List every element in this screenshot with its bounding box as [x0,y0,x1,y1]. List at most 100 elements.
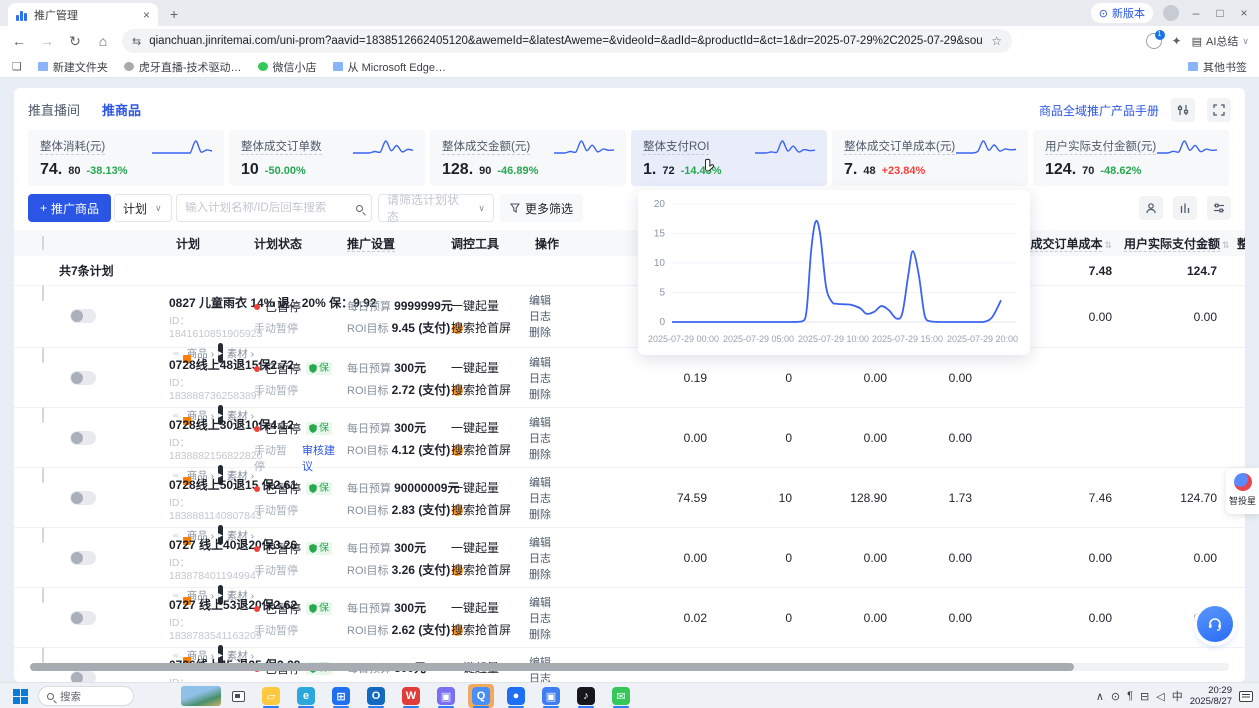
row-toggle[interactable] [70,671,96,682]
weather-widget[interactable] [180,683,222,708]
site-permissions-icon[interactable]: ⇆ [132,35,141,48]
tab-close-icon[interactable]: × [143,8,150,22]
tool-link-0[interactable]: 一键起量 [451,348,529,376]
search-icon[interactable] [356,205,363,212]
tool-link-1[interactable]: 搜索抢首屏 [451,616,529,638]
row-toggle[interactable] [70,611,96,625]
op-link-2[interactable]: 删除 [529,567,579,583]
op-link-1[interactable]: 日志 [529,551,579,567]
bookmark-item[interactable]: 新建文件夹 [38,59,108,75]
tool-link-0[interactable]: 一键起量 [451,468,529,496]
sort-icon[interactable]: ⇅ [1222,240,1229,250]
tab-products[interactable]: 推商品 [102,100,141,119]
tool-link-0[interactable]: 一键起量 [451,528,529,556]
tray-expand-icon[interactable]: ∧ [1096,690,1104,703]
plan-title[interactable]: 0827 儿童雨衣 14% 退：20% 保：9.92 [169,286,246,311]
zhitouxing-widget[interactable]: 智投星 [1226,468,1259,514]
row-toggle[interactable] [70,491,96,505]
tool-link-0[interactable]: 一键起量 [451,588,529,616]
scrollbar-thumb[interactable] [30,663,1074,671]
task-view-button[interactable] [228,683,248,708]
tray-volume-icon[interactable]: ◁ [1156,690,1164,703]
tool-link-1[interactable]: 搜索抢首屏 [451,436,529,458]
row-toggle[interactable] [70,309,96,323]
wps-office-taskbar-icon[interactable]: W [398,684,424,708]
op-link-2[interactable]: 删除 [529,387,579,403]
tab-live-room[interactable]: 推直播间 [28,100,80,119]
wechat-taskbar-icon[interactable]: ✉ [608,684,634,708]
op-link-2[interactable]: 删除 [529,507,579,523]
browser-tab[interactable]: 推广管理 × [8,3,158,26]
extensions-puzzle-icon[interactable]: ✦ [1172,34,1182,48]
taskbar-search[interactable]: 搜索 [38,683,134,708]
other-bookmarks[interactable]: 其他书签 [1188,59,1247,75]
edge-browser-taskbar-icon[interactable]: e [293,684,319,708]
op-link-0[interactable]: 编辑 [529,595,579,611]
op-link-0[interactable]: 编辑 [529,475,579,491]
column-chart-button[interactable] [1173,196,1197,220]
row-toggle[interactable] [70,551,96,565]
browser-profile-avatar[interactable] [1163,5,1179,21]
fullscreen-button[interactable] [1207,98,1231,122]
stat-card-5[interactable]: 用户实际支付金额(元)124.70-48.62% [1033,130,1229,186]
tray-mouse-icon[interactable]: ⊙ [1111,690,1120,703]
plan-status-select[interactable]: 请筛选计划状态∨ [378,194,494,222]
op-link-1[interactable]: 日志 [529,611,579,627]
window-minimize-button[interactable]: – [1189,6,1203,20]
app-purple-taskbar-icon[interactable]: ▣ [433,684,459,708]
op-link-1[interactable]: 日志 [529,309,579,325]
more-filters-button[interactable]: 更多筛选 [500,194,583,222]
reload-button[interactable]: ↻ [66,33,84,50]
op-link-0[interactable]: 编辑 [529,293,579,309]
tool-link-1[interactable]: 搜索抢首屏 [451,496,529,518]
tool-link-1[interactable]: 搜索抢首屏 [451,556,529,578]
row-checkbox[interactable] [42,285,44,301]
custom-columns-button[interactable] [1207,196,1231,220]
select-all-checkbox[interactable] [42,236,44,250]
column-header-5[interactable]: 调控工具 [444,235,529,252]
ai-summary-button[interactable]: ▤AI总结∨ [1192,33,1249,49]
app-blue-circle-taskbar-icon[interactable]: ● [503,684,529,708]
file-explorer-taskbar-icon[interactable]: ▱ [258,684,284,708]
back-button[interactable]: ← [10,33,28,49]
op-link-1[interactable]: 日志 [529,371,579,387]
tool-link-0[interactable]: 一键起量 [451,648,529,676]
plan-title[interactable]: 0727 线上40退20保3.26 [169,528,246,553]
stat-card-2[interactable]: 整体成交金额(元)128.90-46.89% [430,130,626,186]
op-link-1[interactable]: 日志 [529,671,579,682]
ime-indicator[interactable]: 中 [1172,688,1183,704]
plan-title[interactable]: 0728线上48退15保2.72 [169,348,246,373]
bookmark-item[interactable]: 从 Microsoft Edge… [333,59,446,75]
column-header-12[interactable]: 用户实际支付金额⇅ [1124,235,1229,252]
forward-button[interactable]: → [38,33,56,49]
window-maximize-button[interactable]: □ [1213,6,1227,20]
plan-type-select[interactable]: 计划∨ [114,194,172,222]
op-link-2[interactable]: 删除 [529,447,579,463]
op-link-0[interactable]: 编辑 [529,355,579,371]
bookmark-item[interactable]: 虎牙直播-技术驱动… [124,59,242,75]
apps-icon[interactable]: ❑ [12,60,22,73]
stat-card-0[interactable]: 整体消耗(元)74.80-38.13% [28,130,224,186]
row-checkbox[interactable] [42,647,44,663]
audience-button[interactable] [1139,196,1163,220]
tool-link-1[interactable]: 搜索抢首屏 [451,314,529,336]
bookmark-item[interactable]: 微信小店 [258,59,317,75]
op-link-1[interactable]: 日志 [529,491,579,507]
start-button[interactable] [8,683,32,708]
url-bar[interactable]: ⇆ qianchuan.jinritemai.com/uni-prom?aavi… [122,29,1012,53]
op-link-0[interactable]: 编辑 [529,535,579,551]
column-header-3[interactable]: 计划状态 [246,235,344,252]
row-checkbox[interactable] [42,527,44,543]
extension-icon[interactable]: 1 [1146,33,1162,49]
tool-link-0[interactable]: 一键起量 [451,286,529,314]
row-toggle[interactable] [70,371,96,385]
op-link-0[interactable]: 编辑 [529,415,579,431]
home-button[interactable]: ⌂ [94,33,112,49]
window-close-button[interactable]: × [1237,6,1251,20]
plan-title[interactable]: 0728线上30退10保4.12 [169,408,246,433]
notification-icon[interactable] [1239,691,1253,702]
row-checkbox[interactable] [42,467,44,483]
stat-card-3[interactable]: 整体支付ROI1.72-14.43% [631,130,827,186]
new-tab-button[interactable]: + [170,7,178,21]
column-header-13[interactable]: 整体 [1229,235,1245,252]
